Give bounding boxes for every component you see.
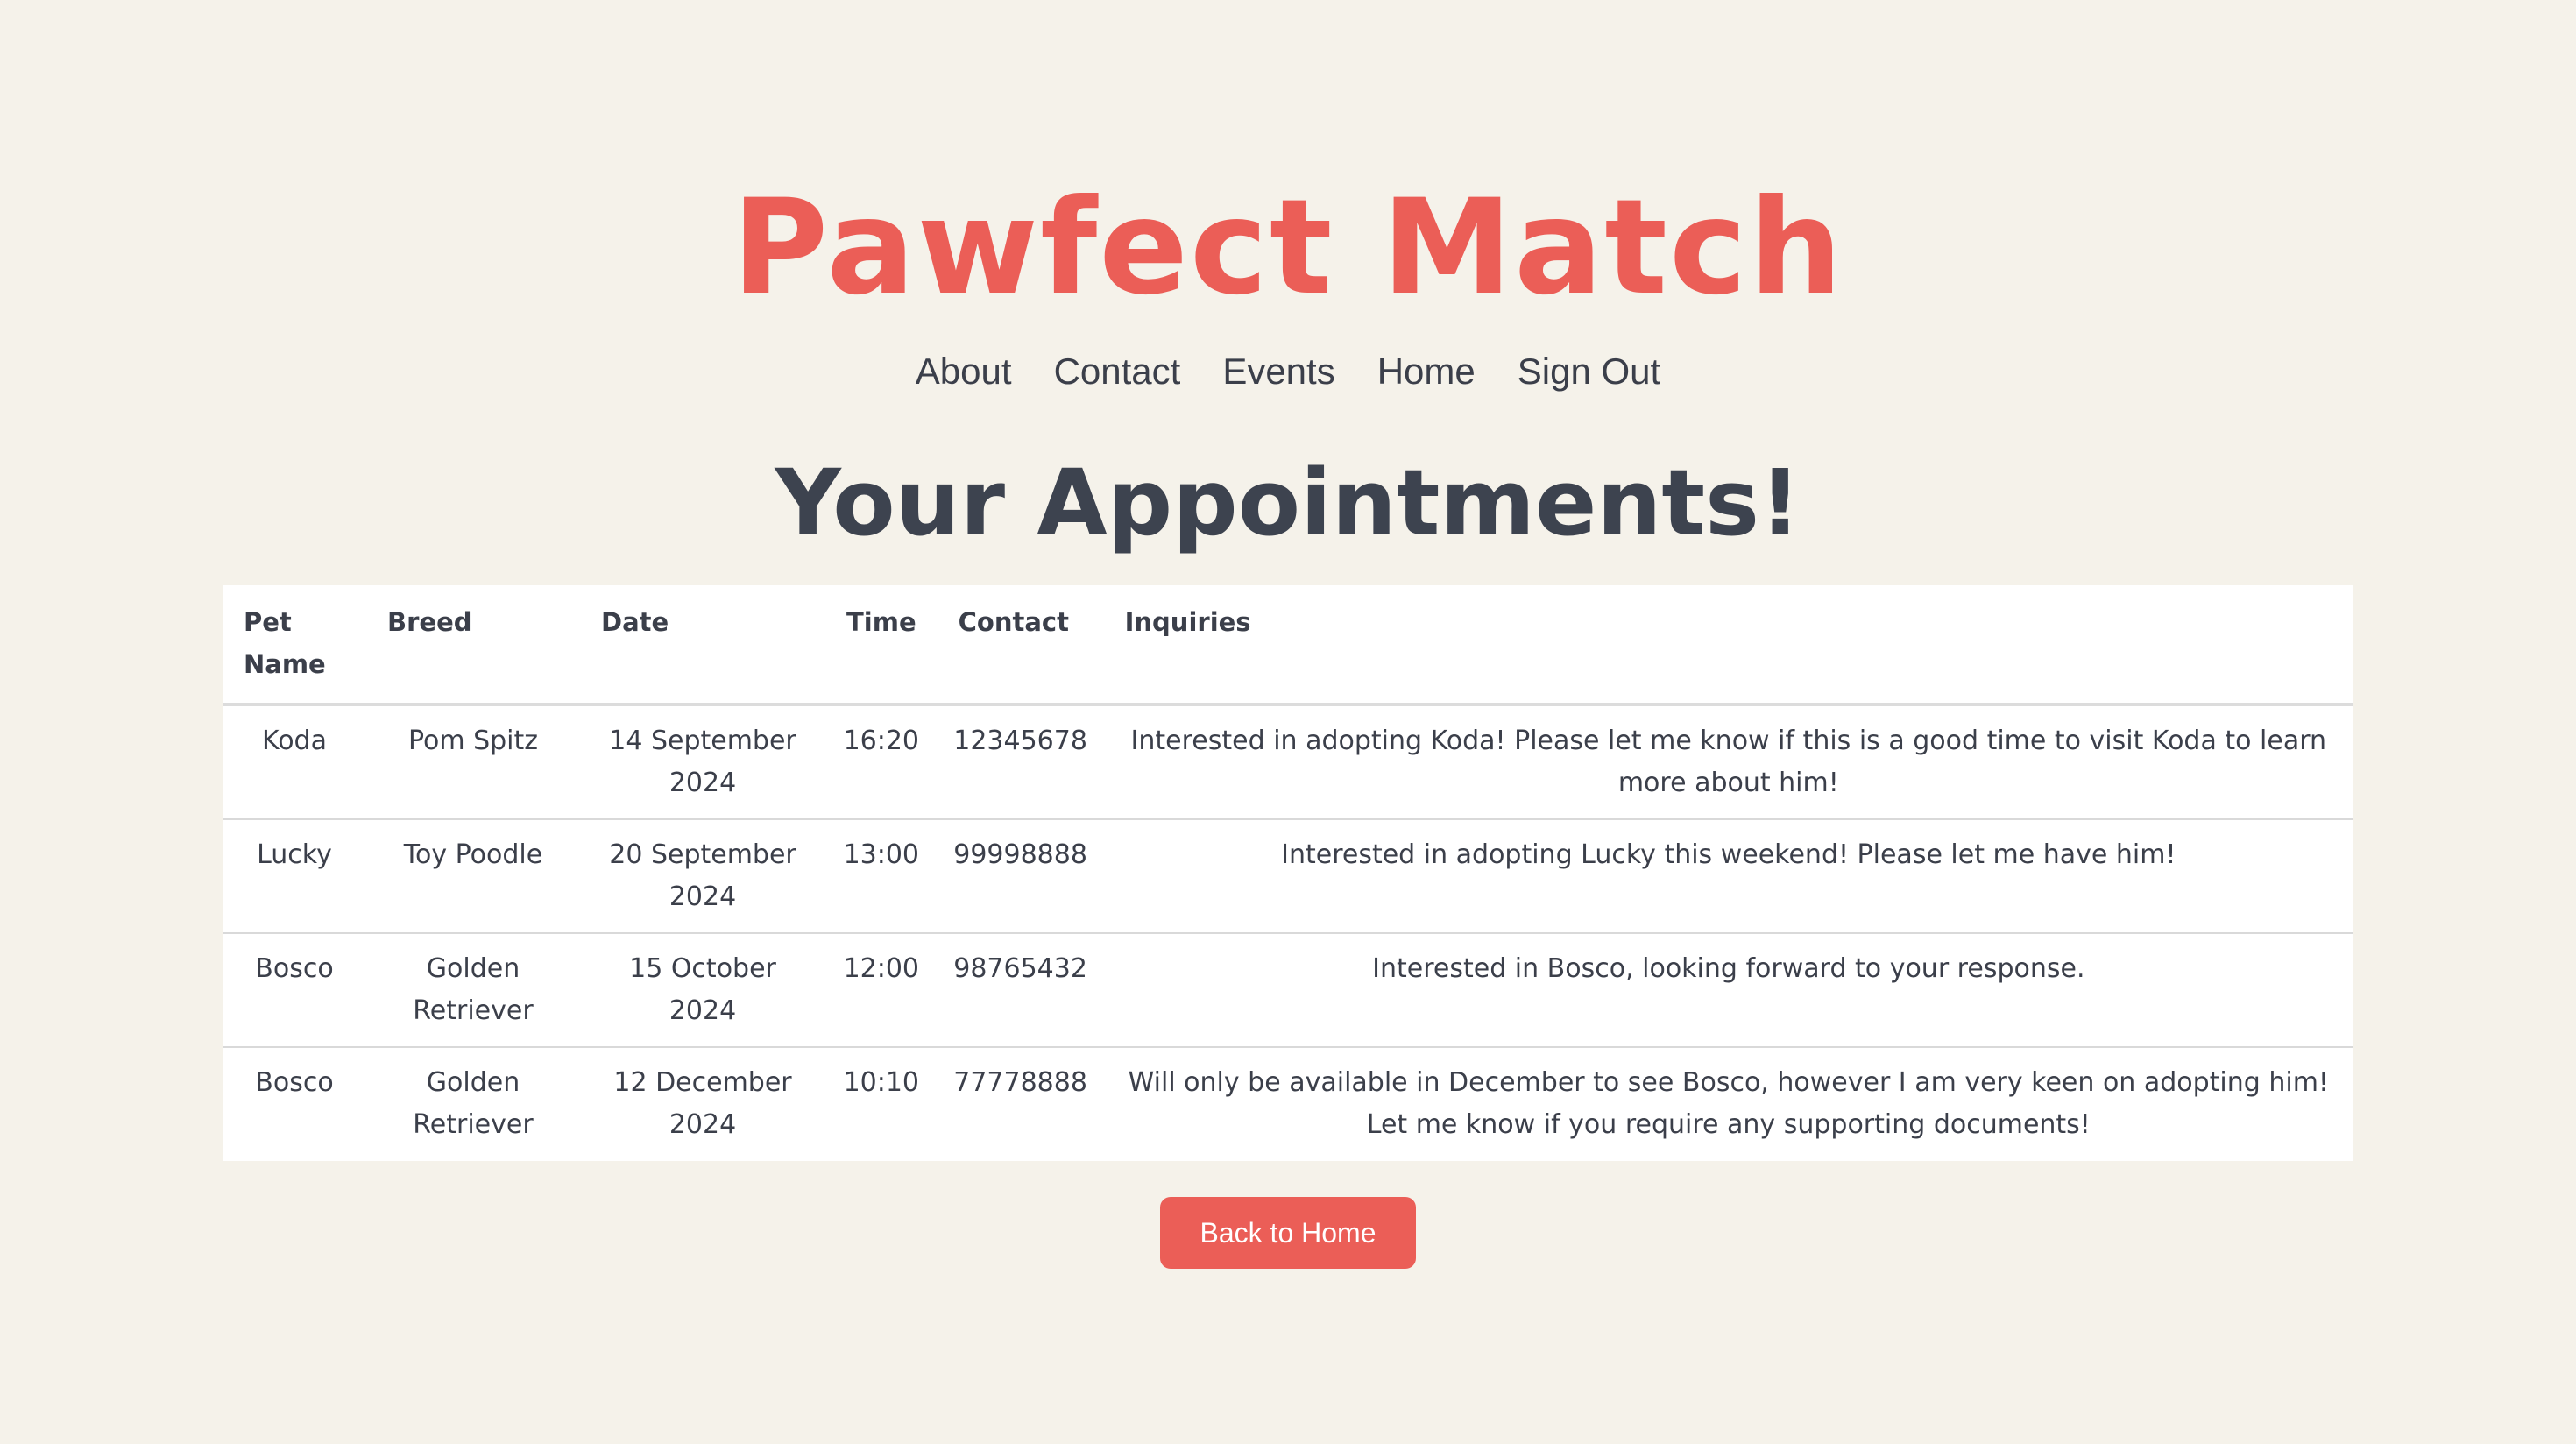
cell-pet-name: Bosco (255, 1067, 334, 1098)
header-contact: Contact (937, 585, 1104, 706)
cell-breed: Golden Retriever (413, 1067, 534, 1140)
cell-inquiries: Interested in Bosco, looking forward to … (1103, 933, 2353, 1048)
back-to-home-button[interactable]: Back to Home (1160, 1197, 1416, 1269)
header-breed: Breed (366, 585, 580, 706)
table-row: Bosco Golden Retriever 15 October 2024 1… (223, 933, 2353, 1048)
cell-contact: 99998888 (937, 819, 1104, 934)
brand-title: Pawfect Match (732, 172, 1844, 324)
cell-date: 14 September 2024 (580, 704, 825, 820)
nav-item-about[interactable]: About (916, 343, 1012, 400)
nav-item-contact[interactable]: Contact (1054, 343, 1181, 400)
cell-time: 13:00 (825, 819, 938, 934)
cell-pet-name: Bosco (223, 933, 366, 1048)
table-row: Koda Pom Spitz 14 September 2024 16:20 1… (223, 704, 2353, 820)
cell-time: 12:00 (825, 933, 938, 1048)
cell-breed: Golden Retriever (366, 933, 580, 1048)
nav-item-events[interactable]: Events (1222, 343, 1334, 400)
header-date: Date (580, 585, 825, 706)
cell-contact: 12345678 (937, 704, 1104, 820)
cell-date: 12 December 2024 (613, 1067, 792, 1140)
table-row: Bosco Golden Retriever 12 December 2024 … (223, 1047, 2353, 1161)
appointments-page: Pawfect Match About Contact Events Home … (0, 0, 2576, 1444)
appointments-table: Pet Name Breed Date Time Contact Inquiri… (223, 585, 2353, 1161)
cell-contact: 98765432 (937, 933, 1104, 1048)
header-time: Time (825, 585, 938, 706)
cell-contact: 77778888 (953, 1067, 1087, 1098)
cell-date: 20 September 2024 (580, 819, 825, 934)
cell-inquiries: Will only be available in December to se… (1128, 1067, 2329, 1140)
cell-breed: Toy Poodle (366, 819, 580, 934)
header-pet-name: Pet Name (223, 585, 366, 706)
appointments-table-container: Pet Name Breed Date Time Contact Inquiri… (223, 585, 2353, 1161)
cell-pet-name: Koda (223, 704, 366, 820)
nav-item-home[interactable]: Home (1377, 343, 1476, 400)
page-title: Your Appointments! (775, 449, 1801, 556)
table-row: Lucky Toy Poodle 20 September 2024 13:00… (223, 819, 2353, 934)
cell-pet-name: Lucky (223, 819, 366, 934)
table-header-row: Pet Name Breed Date Time Contact Inquiri… (223, 585, 2353, 706)
cell-inquiries: Interested in adopting Koda! Please let … (1103, 704, 2353, 820)
cell-date: 15 October 2024 (580, 933, 825, 1048)
cell-inquiries: Interested in adopting Lucky this weeken… (1103, 819, 2353, 934)
main-nav: About Contact Events Home Sign Out (0, 343, 2576, 400)
cell-time: 10:10 (843, 1067, 920, 1098)
header-inquiries: Inquiries (1103, 585, 2353, 706)
cell-time: 16:20 (825, 704, 938, 820)
cell-breed: Pom Spitz (366, 704, 580, 820)
nav-item-sign-out[interactable]: Sign Out (1518, 343, 1660, 400)
